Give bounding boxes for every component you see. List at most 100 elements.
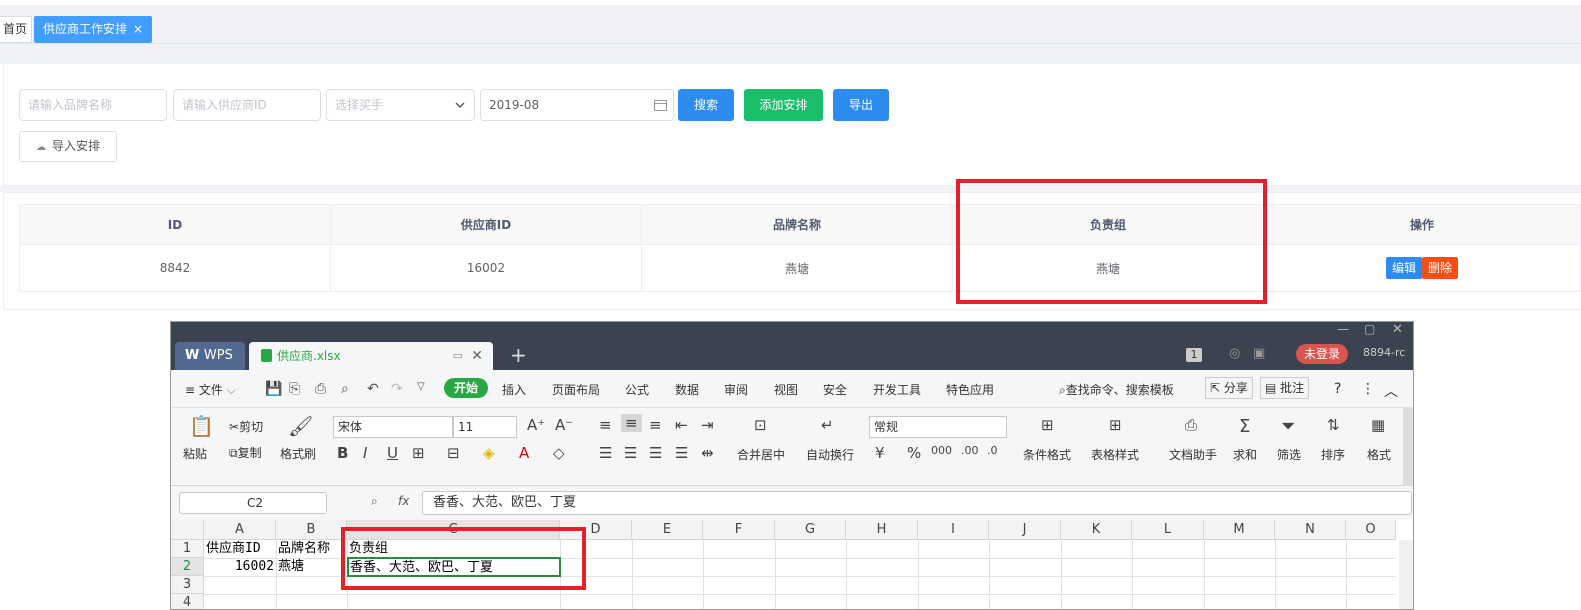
- print-icon[interactable]: ⎙: [315, 381, 326, 397]
- col-header[interactable]: A: [204, 520, 276, 540]
- thousands-icon[interactable]: 000: [931, 444, 952, 457]
- menu-page-layout[interactable]: 页面布局: [552, 381, 600, 398]
- merge-center-icon[interactable]: ⊡: [754, 416, 767, 434]
- format-painter-icon[interactable]: 🖌: [288, 414, 313, 438]
- filter-label[interactable]: 筛选: [1277, 446, 1301, 463]
- command-search[interactable]: ⌕查找命令、搜索模板: [1059, 381, 1174, 398]
- row-header[interactable]: 2: [171, 558, 204, 576]
- format-label[interactable]: 格式: [1367, 446, 1391, 463]
- number-format-select[interactable]: 常规: [869, 416, 1007, 438]
- supplier-id-input[interactable]: 请输入供应商ID: [173, 89, 321, 121]
- export-button[interactable]: 导出: [833, 89, 889, 121]
- fill-style-icon[interactable]: ⊟: [447, 444, 460, 462]
- new-tab-button[interactable]: +: [510, 342, 527, 368]
- file-tab[interactable]: 供应商.xlsx ✕ ▭: [249, 342, 493, 370]
- table-style-icon[interactable]: ⊞: [1109, 416, 1122, 434]
- align-left-icon[interactable]: ☰: [599, 444, 612, 462]
- col-header[interactable]: E: [632, 520, 703, 540]
- currency-icon[interactable]: ¥: [875, 444, 885, 462]
- customize-toolbar-icon[interactable]: ▽: [417, 381, 425, 392]
- cell-B1[interactable]: 品牌名称: [278, 540, 330, 558]
- cut-button[interactable]: ✂剪切: [229, 418, 263, 435]
- zoom-icon[interactable]: ⌕: [371, 494, 378, 509]
- ribbon-scroll-right[interactable]: [1403, 408, 1413, 486]
- name-box[interactable]: C2: [179, 492, 327, 514]
- border-icon[interactable]: ⊞: [412, 444, 425, 462]
- filter-icon[interactable]: ⏷: [1281, 416, 1295, 437]
- collapse-ribbon-icon[interactable]: ︿: [1384, 381, 1398, 401]
- decrease-font-icon[interactable]: A⁻: [555, 416, 573, 434]
- copy-button[interactable]: ⧉复制: [229, 444, 262, 461]
- sum-label[interactable]: 求和: [1233, 446, 1257, 463]
- col-header[interactable]: L: [1132, 520, 1204, 540]
- cell-B2[interactable]: 燕塘: [278, 558, 304, 576]
- buyer-select[interactable]: 选择买手: [326, 89, 475, 121]
- doc-helper-label[interactable]: 文档助手: [1169, 446, 1217, 463]
- increase-decimal-icon[interactable]: .00: [961, 444, 979, 457]
- clear-format-icon[interactable]: ◇: [553, 444, 565, 462]
- cell-A2[interactable]: 16002: [206, 558, 274, 576]
- row-header[interactable]: 1: [171, 540, 204, 558]
- add-schedule-button[interactable]: 添加安排: [744, 89, 823, 121]
- col-header[interactable]: O: [1346, 520, 1396, 540]
- justify-icon[interactable]: ☰: [675, 444, 688, 462]
- col-header[interactable]: J: [989, 520, 1061, 540]
- redo-icon[interactable]: ↷: [391, 381, 403, 397]
- italic-icon[interactable]: I: [363, 444, 367, 462]
- brand-name-input[interactable]: 请输入品牌名称: [19, 89, 167, 121]
- indent-decrease-icon[interactable]: ⇤: [675, 416, 688, 434]
- month-picker[interactable]: 2019-08: [480, 89, 674, 121]
- fx-icon[interactable]: fx: [398, 494, 409, 508]
- comment-button[interactable]: ▤ 批注: [1260, 377, 1310, 399]
- decrease-decimal-icon[interactable]: .0: [987, 444, 998, 457]
- window-icon[interactable]: ▭: [453, 342, 463, 370]
- row-header[interactable]: 3: [171, 576, 204, 594]
- doc-helper-icon[interactable]: ⎙: [1185, 416, 1197, 434]
- tab-supplier-schedule[interactable]: 供应商工作安排 ×: [34, 16, 153, 43]
- undo-icon[interactable]: ↶: [367, 381, 379, 397]
- export-pdf-icon[interactable]: ⎘: [289, 381, 300, 397]
- close-icon[interactable]: ✕: [471, 342, 483, 370]
- menu-view[interactable]: 视图: [774, 381, 798, 398]
- underline-icon[interactable]: U: [387, 444, 398, 462]
- vertical-scrollbar[interactable]: [1399, 540, 1413, 609]
- bold-icon[interactable]: B: [337, 444, 348, 462]
- align-center-icon[interactable]: ☰: [624, 444, 637, 462]
- cell-A1[interactable]: 供应商ID: [206, 540, 261, 558]
- tab-home[interactable]: 首页: [0, 16, 33, 43]
- sum-icon[interactable]: Σ: [1239, 416, 1250, 437]
- table-style-label[interactable]: 表格样式: [1091, 446, 1139, 463]
- fill-color-icon[interactable]: ◈: [483, 444, 495, 462]
- align-middle-icon[interactable]: ≡: [621, 414, 642, 432]
- wps-app-tab[interactable]: W WPS: [175, 342, 245, 370]
- col-header[interactable]: F: [703, 520, 775, 540]
- font-select[interactable]: 宋体: [333, 416, 453, 438]
- font-color-icon[interactable]: A: [519, 444, 529, 462]
- close-icon[interactable]: ×: [133, 22, 143, 36]
- percent-icon[interactable]: %: [907, 444, 921, 462]
- login-button[interactable]: 未登录: [1296, 344, 1349, 364]
- distribute-icon[interactable]: ⇹: [701, 444, 714, 462]
- align-right-icon[interactable]: ☰: [649, 444, 662, 462]
- col-header[interactable]: M: [1204, 520, 1275, 540]
- format-painter-label[interactable]: 格式刷: [280, 445, 316, 462]
- minimize-icon[interactable]: —: [1337, 322, 1349, 336]
- edit-button[interactable]: 编辑: [1385, 257, 1422, 279]
- paste-label[interactable]: 粘贴: [183, 445, 207, 462]
- menu-developer[interactable]: 开发工具: [873, 381, 921, 398]
- menu-data[interactable]: 数据: [675, 381, 699, 398]
- col-header[interactable]: N: [1275, 520, 1346, 540]
- share-button[interactable]: ⇱ 分享: [1205, 377, 1253, 399]
- menu-insert[interactable]: 插入: [502, 381, 526, 398]
- sort-icon[interactable]: ⇅: [1327, 416, 1340, 434]
- col-header[interactable]: I: [918, 520, 989, 540]
- font-size-select[interactable]: 11: [453, 416, 517, 438]
- merge-center-label[interactable]: 合并居中: [737, 446, 785, 463]
- delete-button[interactable]: 删除: [1422, 257, 1459, 279]
- align-top-icon[interactable]: ≡: [599, 416, 612, 434]
- menu-security[interactable]: 安全: [823, 381, 847, 398]
- maximize-icon[interactable]: ▢: [1364, 322, 1375, 336]
- indent-increase-icon[interactable]: ⇥: [701, 416, 714, 434]
- paste-icon[interactable]: 📋: [189, 414, 214, 438]
- select-all-corner[interactable]: [171, 520, 204, 540]
